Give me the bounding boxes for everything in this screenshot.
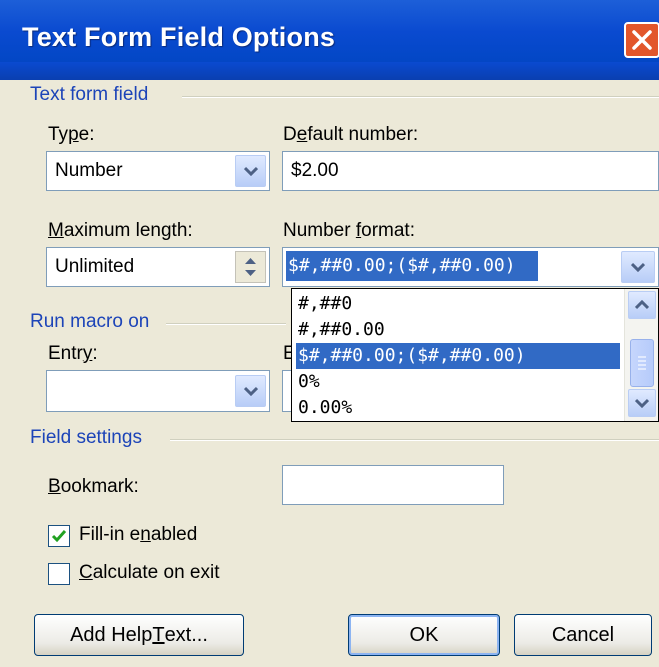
maximum-length-value: Unlimited — [55, 256, 135, 277]
chevron-up-icon — [635, 300, 649, 310]
dialog-title: Text Form Field Options — [22, 22, 336, 52]
number-format-option[interactable]: 0% — [296, 369, 620, 395]
close-icon — [632, 30, 652, 50]
section-run-macro-on: Run macro on — [30, 311, 150, 332]
calculate-on-exit-checkbox[interactable] — [48, 563, 70, 585]
chevron-down-icon — [243, 386, 258, 396]
list-scrollbar[interactable] — [624, 289, 658, 421]
chevron-down-icon — [631, 262, 645, 272]
cancel-button[interactable]: Cancel — [514, 614, 652, 656]
number-format-list[interactable]: #,##0 #,##0.00 $#,##0.00;($#,##0.00) 0% 0.00… — [291, 288, 659, 422]
number-format-option[interactable]: #,##0 — [296, 291, 620, 317]
ok-button[interactable]: OK — [348, 614, 500, 656]
section-divider — [166, 323, 286, 325]
scroll-down-button[interactable] — [628, 389, 656, 417]
fill-in-enabled-label[interactable]: Fill-in enabled — [79, 524, 197, 546]
section-divider — [182, 96, 659, 98]
default-number-label: Default number: — [283, 124, 419, 145]
maximum-length-label: Maximum length: — [48, 220, 193, 241]
entry-label: Entry: — [48, 343, 98, 364]
bookmark-label: Bookmark: — [48, 476, 139, 497]
number-format-label: Number format: — [283, 220, 415, 241]
number-format-option[interactable]: #,##0.00 — [296, 317, 620, 343]
scroll-thumb[interactable] — [630, 339, 654, 387]
spin-updown-icon — [245, 258, 256, 276]
number-format-option[interactable]: $#,##0.00;($#,##0.00) — [296, 343, 620, 369]
add-help-text-button[interactable]: Add Help Text... — [34, 614, 244, 656]
default-number-value: $2.00 — [291, 160, 339, 181]
default-number-input[interactable]: $2.00 — [282, 151, 659, 191]
checkmark-icon — [51, 530, 67, 543]
number-format-dropdown-button[interactable] — [621, 251, 655, 283]
number-format-value[interactable]: $#,##0.00;($#,##0.00) — [286, 251, 538, 281]
type-label: Type: — [48, 124, 95, 145]
entry-dropdown-button[interactable] — [235, 375, 266, 407]
section-text-form-field: Text form field — [30, 84, 149, 105]
scroll-up-button[interactable] — [628, 291, 656, 319]
fill-in-enabled-checkbox[interactable] — [48, 525, 70, 547]
section-divider — [170, 439, 659, 441]
type-dropdown-button[interactable] — [235, 155, 266, 187]
chevron-down-icon — [243, 166, 258, 176]
bookmark-input[interactable] — [282, 465, 504, 505]
grip-icon — [638, 356, 646, 370]
type-value: Number — [55, 160, 123, 181]
calculate-on-exit-label[interactable]: Calculate on exit — [79, 562, 219, 584]
close-button[interactable] — [624, 22, 659, 58]
maximum-length-spin-buttons[interactable] — [235, 251, 266, 283]
section-field-settings: Field settings — [30, 427, 142, 448]
chevron-down-icon — [635, 398, 649, 408]
number-format-option[interactable]: 0.00% — [296, 395, 620, 421]
title-bar-lower — [0, 62, 659, 80]
